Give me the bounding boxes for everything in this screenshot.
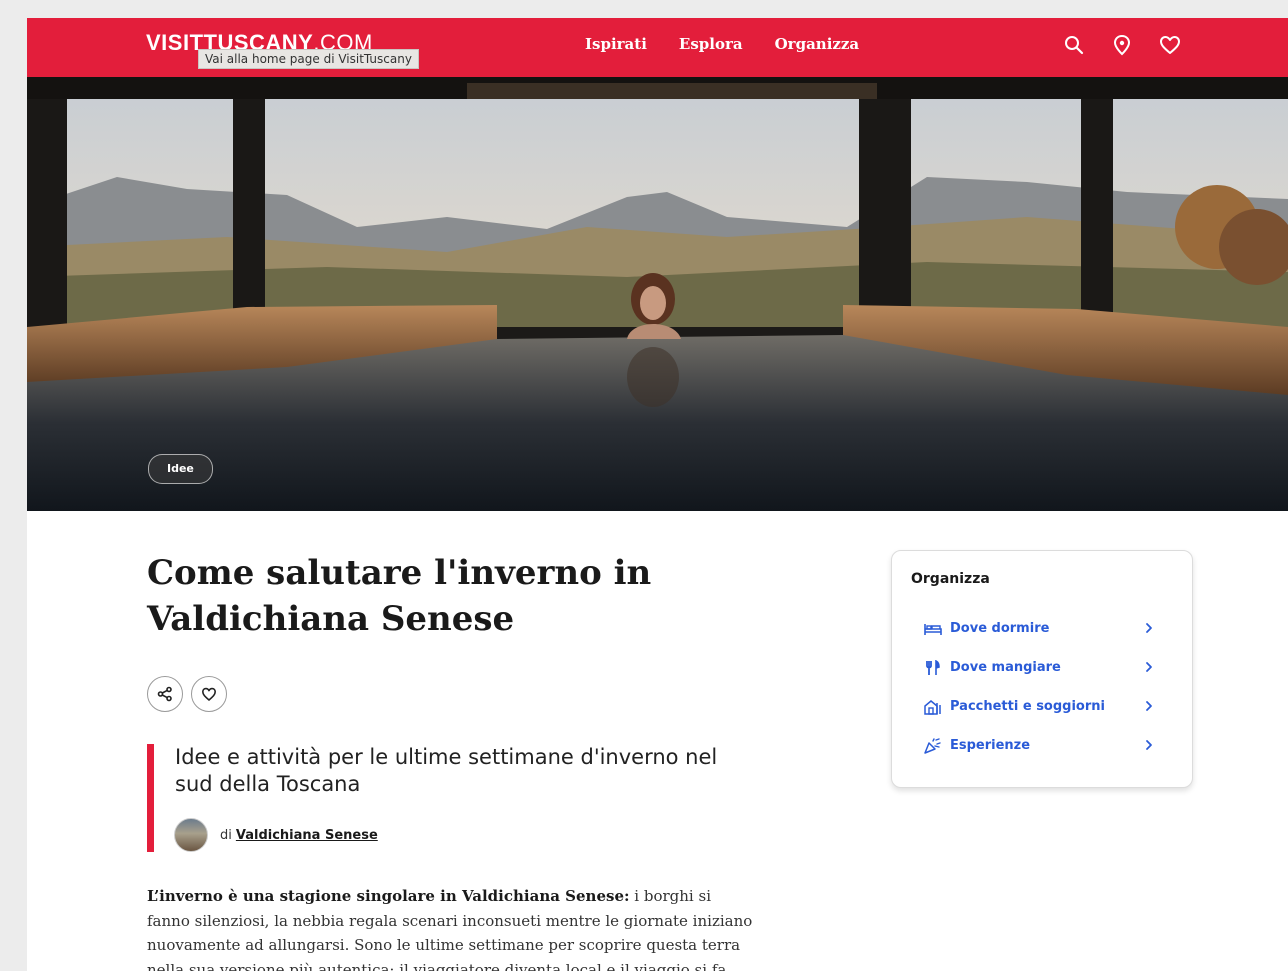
party-popper-icon [924,737,942,754]
header-actions [1063,34,1181,56]
article-body: L’inverno è una stagione singolare in Va… [147,884,757,971]
link-dove-mangiare[interactable]: Dove mangiare [924,648,1156,687]
main-nav: Ispirati Esplora Organizza [585,35,859,53]
map-pin-icon[interactable] [1111,34,1133,56]
browser-page: VISITTUSCANY.COM Vai alla home page di V… [27,18,1288,971]
article-actions [147,676,227,712]
link-label: Esperienze [950,738,1031,753]
chevron-right-icon [1146,662,1152,672]
link-label: Dove dormire [950,621,1050,636]
nav-organizza[interactable]: Organizza [775,35,860,53]
link-esperienze[interactable]: Esperienze [924,726,1156,765]
chevron-right-icon [1146,701,1152,711]
author-link[interactable]: Valdichiana Senese [236,828,378,843]
category-tag[interactable]: Idee [148,454,213,484]
hero-image: Idee [27,77,1288,511]
chevron-right-icon [1146,740,1152,750]
share-icon [157,686,172,702]
author-prefix: di [220,827,232,843]
search-icon[interactable] [1063,34,1085,56]
logo-tooltip: Vai alla home page di VisitTuscany [198,49,419,69]
link-label: Pacchetti e soggiorni [950,699,1105,714]
organizza-card: Organizza Dove dormire Dove mangiare Pac… [891,550,1193,788]
link-pacchetti-soggiorni[interactable]: Pacchetti e soggiorni [924,687,1156,726]
bed-icon [924,621,942,637]
article-title: Come salutare l'inverno in Valdichiana S… [147,553,652,639]
article-intro: Idee e attività per le ultime settimane … [147,744,754,852]
author-byline: di Valdichiana Senese [174,818,378,852]
organizza-list: Dove dormire Dove mangiare Pacchetti e s… [924,609,1156,765]
heart-icon[interactable] [1159,34,1181,56]
link-label: Dove mangiare [950,660,1061,675]
cutlery-icon [924,659,942,676]
desktop-background-top [0,0,1288,18]
heart-outline-icon [202,687,216,701]
nav-ispirati[interactable]: Ispirati [585,35,647,53]
desktop-background-left [0,0,27,971]
chevron-right-icon [1146,623,1152,633]
organizza-title: Organizza [911,571,990,587]
author-avatar [174,818,208,852]
article-body-lead: L’inverno è una stagione singolare in Va… [147,887,630,905]
share-button[interactable] [147,676,183,712]
house-icon [924,699,942,715]
favorite-button[interactable] [191,676,227,712]
link-dove-dormire[interactable]: Dove dormire [924,609,1156,648]
article-subtitle: Idee e attività per le ultime settimane … [175,745,718,796]
site-header: VISITTUSCANY.COM Vai alla home page di V… [27,18,1288,77]
nav-esplora[interactable]: Esplora [679,35,743,53]
